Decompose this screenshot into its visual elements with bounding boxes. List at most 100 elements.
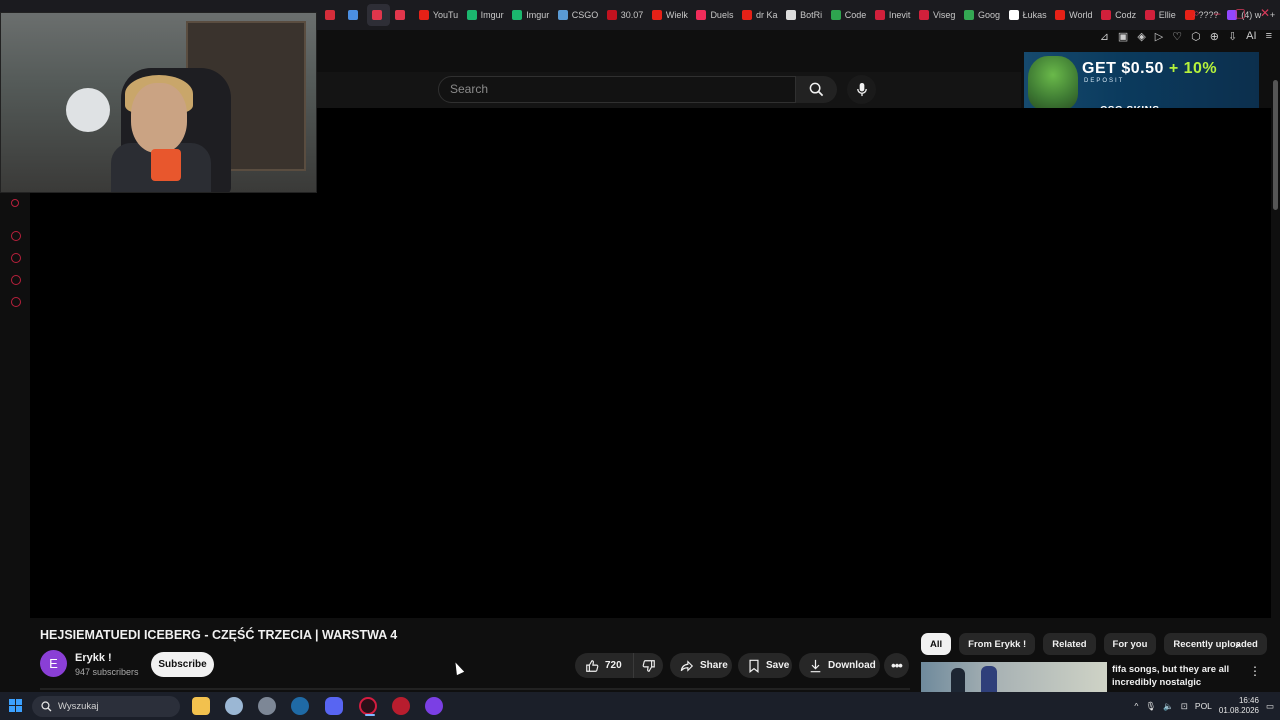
filter-chip[interactable]: For you [1103, 633, 1157, 655]
notification-icon[interactable]: ▭ [1266, 701, 1274, 712]
search-tabs-icon[interactable]: ⌕ [1193, 6, 1200, 21]
steam-icon[interactable] [291, 697, 309, 715]
browser-tab[interactable]: BotRi [781, 4, 826, 26]
save-button[interactable]: Save [738, 653, 792, 678]
sidebar-chat-icon[interactable] [11, 275, 21, 285]
filter-chip[interactable]: Related [1043, 633, 1096, 655]
recommendation-thumbnail[interactable] [921, 662, 1107, 692]
subscribe-button[interactable]: Subscribe [151, 652, 214, 677]
pin-icon[interactable]: ⊿ [1100, 30, 1109, 43]
ad-character-image [1028, 56, 1078, 110]
browser-tab[interactable]: Viseg [914, 4, 959, 26]
tab-label: World [1069, 10, 1093, 20]
taskbar-search[interactable]: Wyszukaj [32, 696, 180, 717]
close-icon[interactable]: ✕ [1260, 6, 1270, 21]
browser-tab[interactable]: Ellie [1140, 4, 1180, 26]
browser-tab[interactable] [343, 4, 366, 26]
network-icon[interactable]: ⊡ [1181, 701, 1188, 712]
tab-favicon-icon [348, 10, 359, 20]
tab-label: Imgur [526, 10, 550, 20]
browser-tab[interactable]: 30.07 [602, 4, 647, 26]
browser-tab[interactable]: Łukas [1004, 4, 1051, 26]
volume-icon[interactable]: 🔈 [1163, 701, 1174, 712]
app-icon-3[interactable] [425, 697, 443, 715]
browser-tab[interactable]: Codz [1096, 4, 1140, 26]
browser-tab[interactable] [390, 4, 413, 26]
menu-icon[interactable]: ≡ [1266, 30, 1272, 43]
sidebar-logo-icon[interactable] [11, 199, 19, 207]
browser-tab[interactable]: Imgur [507, 4, 553, 26]
browser-tab[interactable] [366, 4, 391, 26]
video-title: HEJSIEMATUEDI ICEBERG - CZĘŚĆ TRZECIA | … [40, 628, 398, 642]
filter-chip[interactable]: From Erykk ! [959, 633, 1036, 655]
search-button[interactable] [796, 76, 837, 103]
channel-name[interactable]: Erykk ! [75, 652, 112, 664]
tab-label: CSGO [571, 10, 599, 20]
windows-start-icon[interactable] [9, 699, 22, 712]
snapshot-icon[interactable]: ▣ [1118, 30, 1128, 43]
browser-tab[interactable]: Imgur [462, 4, 508, 26]
browser-tab[interactable]: Wielk [647, 4, 692, 26]
chevron-right-icon[interactable]: › [1235, 636, 1240, 652]
dislike-button[interactable] [633, 653, 663, 678]
channel-avatar[interactable]: E [40, 650, 67, 677]
voice-search-button[interactable] [847, 75, 876, 104]
filter-chip[interactable]: All [921, 633, 952, 655]
tab-favicon-icon [964, 10, 974, 20]
opera-gx-icon[interactable] [359, 697, 377, 716]
tab-label: 30.07 [620, 10, 644, 20]
like-button[interactable]: 720 [575, 653, 633, 678]
maximize-icon[interactable]: ▢ [1235, 6, 1246, 21]
browser-tab[interactable]: YouTu [414, 4, 462, 26]
sidebar-history-icon[interactable] [11, 253, 21, 263]
webcam-overlay [0, 12, 317, 193]
tab-label: Viseg [933, 10, 956, 20]
browser-tab[interactable] [320, 4, 343, 26]
kebab-menu-icon[interactable]: ⋮ [1249, 664, 1261, 678]
heart-icon[interactable]: ♡ [1172, 30, 1182, 43]
filter-chip[interactable]: Recently uploaded [1164, 633, 1267, 655]
tab-favicon-icon [395, 10, 406, 20]
clock[interactable]: 16:46 01.08.2026 [1219, 696, 1259, 716]
search-input[interactable]: Search [438, 76, 796, 103]
ai-icon[interactable]: AI [1246, 30, 1256, 43]
save-label: Save [766, 660, 790, 671]
tab-favicon-icon [1144, 10, 1155, 20]
microphone-icon[interactable]: 🎙 [1145, 701, 1156, 712]
share-button[interactable]: Share [670, 653, 732, 678]
minimize-icon[interactable]: – [1214, 6, 1221, 21]
shield-icon[interactable]: ◈ [1137, 30, 1145, 43]
more-actions-button[interactable]: ••• [884, 653, 909, 678]
sidebar-settings-icon[interactable] [11, 297, 21, 307]
app-icon-2[interactable] [392, 697, 410, 715]
browser-tab[interactable]: dr Ka [737, 4, 781, 26]
browser-tab[interactable]: Goog [959, 4, 1004, 26]
play-icon[interactable]: ▷ [1155, 30, 1163, 43]
clock-date: 01.08.2026 [1218, 706, 1259, 715]
browser-tab[interactable]: Duels [691, 4, 737, 26]
download-icon[interactable]: ⇩ [1228, 30, 1237, 43]
file-explorer-icon[interactable] [192, 697, 210, 715]
tab-favicon-icon [371, 10, 382, 20]
browser-tab[interactable]: World [1050, 4, 1096, 26]
browser-tab[interactable]: CSGO [553, 4, 602, 26]
settings-icon[interactable] [258, 697, 276, 715]
scrollbar-thumb[interactable] [1273, 80, 1278, 210]
sidebar-add-icon[interactable] [11, 231, 21, 241]
recommendation-chips: All From Erykk ! Related For you Recently up… [921, 633, 1267, 656]
browser-tab[interactable]: Code [826, 4, 870, 26]
browser-tab[interactable]: Inevit [870, 4, 914, 26]
tab-label: Imgur [480, 10, 504, 20]
ad-headline: GET $0.50 + 10% [1082, 60, 1218, 77]
language-indicator[interactable]: POL [1195, 701, 1212, 711]
tab-label: dr Ka [756, 10, 778, 20]
recommendation-title[interactable]: fifa songs, but they are all incredibly … [1112, 663, 1242, 689]
browser-toolbar-icons: ⊿ ▣ ◈ ▷ ♡ ⬡ ⊕ ⇩ AI ≡ [1100, 30, 1272, 43]
extensions-icon[interactable]: ⬡ [1191, 30, 1201, 43]
wallet-icon[interactable]: ⊕ [1210, 30, 1219, 43]
chevron-up-icon[interactable]: ^ [1134, 701, 1138, 711]
download-button[interactable]: Download [799, 653, 880, 678]
tab-favicon-icon [1101, 10, 1112, 20]
app-icon-1[interactable] [225, 697, 243, 715]
discord-icon[interactable] [325, 697, 343, 715]
